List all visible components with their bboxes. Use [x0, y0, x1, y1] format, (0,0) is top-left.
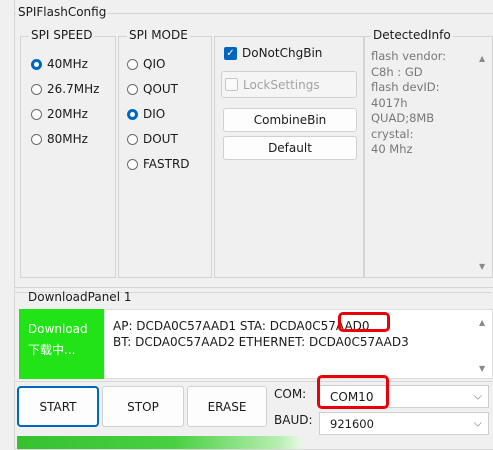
mac-scroll-up-icon[interactable]: ▲ [479, 319, 485, 327]
radio-mode-fastrd[interactable]: FASTRD [127, 154, 190, 174]
checkmark-icon: ✓ [224, 46, 237, 60]
checkbox-empty-icon [225, 78, 238, 91]
combine-bin-label: CombineBin [253, 113, 327, 127]
radio-checked-icon [31, 58, 42, 70]
radio-unchecked-icon [31, 108, 42, 120]
download-status-text: Download [28, 322, 88, 336]
radio-label: FASTRD [143, 157, 190, 171]
erase-label: ERASE [207, 399, 247, 414]
radio-checked-icon [127, 108, 138, 120]
radio-speed-26-7mhz[interactable]: 26.7MHz [31, 79, 99, 99]
radio-label: 26.7MHz [47, 82, 100, 96]
combine-bin-button[interactable]: CombineBin [223, 108, 357, 132]
radio-label: QOUT [143, 82, 179, 96]
default-label: Default [268, 141, 312, 155]
checkbox-label: LockSettings [243, 77, 320, 92]
info-line: crystal: [371, 126, 414, 141]
radio-unchecked-icon [127, 83, 138, 95]
radio-unchecked-icon [31, 83, 42, 95]
detected-info-text: flash vendor: C8h : GD flash devID: 4017… [371, 49, 471, 158]
info-line: flash devID: [371, 80, 440, 94]
baud-value: 921600 [330, 416, 374, 431]
radio-mode-qout[interactable]: QOUT [127, 79, 178, 99]
radio-unchecked-icon [127, 58, 138, 70]
radio-mode-qio[interactable]: QIO [127, 54, 165, 74]
download-status-subtext: 下载中... [28, 343, 76, 357]
download-panel-title: DownloadPanel 1 [28, 290, 132, 304]
mac-info-panel[interactable]: AP: DCDA0C57AAD1 STA: DCDA0C57AAD0 BT: D… [104, 309, 493, 379]
lock-settings-checkbox[interactable]: LockSettings [221, 71, 357, 98]
start-button[interactable]: START [17, 386, 99, 427]
com-select[interactable]: COM10 ⌵ [319, 385, 489, 408]
info-line: 4017h [371, 95, 408, 110]
com-label: COM: [274, 387, 307, 401]
baud-select[interactable]: 921600 ⌵ [319, 412, 489, 435]
chevron-down-icon: ⌵ [473, 415, 482, 429]
stop-button[interactable]: STOP [102, 386, 184, 427]
spi-mode-title: SPI MODE [127, 28, 190, 42]
chevron-down-icon: ⌵ [473, 388, 482, 402]
stop-label: STOP [127, 399, 159, 414]
radio-speed-80mhz[interactable]: 80MHz [31, 129, 88, 149]
mac-line-1: AP: DCDA0C57AAD1 STA: DCDA0C57AAD0 [113, 319, 370, 333]
download-status-indicator: Download 下载中... [19, 309, 104, 379]
info-line: C8h : GD [371, 64, 423, 79]
radio-label: 80MHz [47, 132, 88, 146]
com-value: COM10 [330, 389, 374, 404]
controls-divider [14, 381, 492, 382]
default-button[interactable]: Default [223, 136, 357, 160]
radio-label: 40MHz [47, 57, 88, 71]
radio-speed-20mhz[interactable]: 20MHz [31, 104, 88, 124]
radio-label: DIO [143, 107, 166, 121]
radio-unchecked-icon [31, 133, 42, 145]
info-line: QUAD;8MB [371, 111, 435, 125]
spi-speed-title: SPI SPEED [29, 28, 95, 42]
scroll-up-arrow-icon[interactable]: ▲ [479, 55, 485, 63]
download-progress-bar [17, 436, 301, 449]
checkbox-label: DoNotChgBin [242, 46, 323, 60]
start-label: START [39, 399, 77, 414]
radio-label: QIO [143, 57, 166, 71]
baud-label: BAUD: [274, 413, 313, 427]
info-line: 40 Mhz [371, 142, 413, 156]
radio-mode-dio[interactable]: DIO [127, 104, 165, 124]
radio-label: DOUT [143, 132, 178, 146]
detected-info-title: DetectedInfo [371, 28, 453, 42]
radio-unchecked-icon [127, 133, 138, 145]
radio-speed-40mhz[interactable]: 40MHz [31, 54, 88, 74]
info-line: flash vendor: [371, 49, 447, 63]
erase-button[interactable]: ERASE [187, 386, 267, 427]
do-not-chg-bin-checkbox[interactable]: ✓ DoNotChgBin [224, 43, 322, 63]
radio-label: 20MHz [47, 107, 88, 121]
radio-unchecked-icon [127, 158, 138, 170]
mac-line-2: BT: DCDA0C57AAD2 ETHERNET: DCDA0C57AAD3 [113, 335, 409, 349]
radio-mode-dout[interactable]: DOUT [127, 129, 178, 149]
mac-scroll-down-icon[interactable]: ▼ [479, 365, 485, 373]
scroll-down-arrow-icon[interactable]: ▼ [479, 263, 485, 271]
spiflashconfig-title: SPIFlashConfig [16, 5, 109, 19]
